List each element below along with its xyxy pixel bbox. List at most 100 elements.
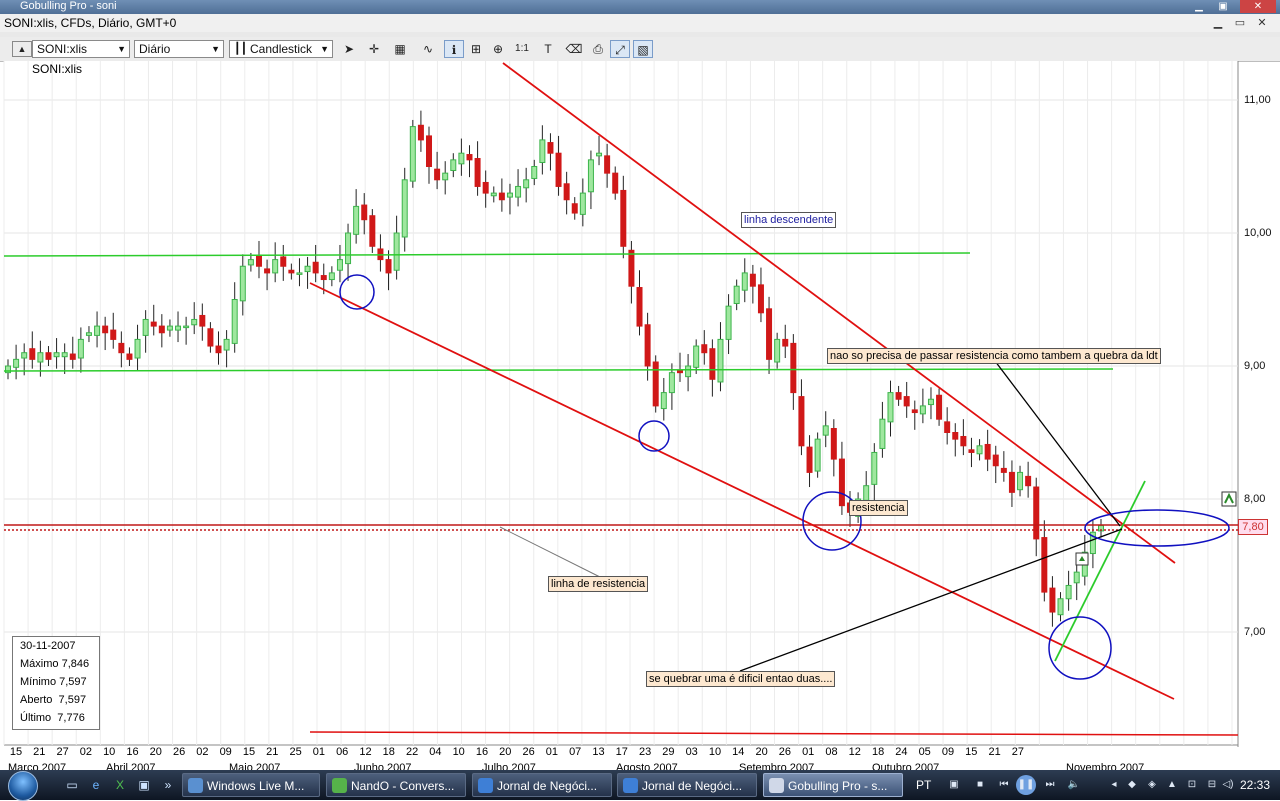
x-tick-label: 22	[405, 746, 419, 758]
minimize-icon[interactable]: ▁	[1188, 0, 1210, 13]
fibonacci-icon[interactable]: ▧	[633, 40, 653, 58]
x-tick-label: 21	[266, 746, 279, 758]
candle-up	[393, 232, 400, 271]
candle-down	[312, 261, 319, 274]
candle-down	[1049, 587, 1056, 613]
windows-logo-icon	[8, 771, 38, 801]
pointer-icon[interactable]: ➤	[339, 40, 359, 58]
symbol-select[interactable]: SONI:xlis ▼	[32, 40, 130, 58]
more-icon[interactable]: »	[160, 777, 176, 793]
eraser-icon[interactable]: ⌫	[564, 40, 584, 58]
info-icon[interactable]: ℹ	[444, 40, 464, 58]
note-quebrar[interactable]: se quebrar uma é dificil entao duas....	[646, 671, 836, 687]
candle-up	[175, 325, 182, 331]
candle-down	[466, 154, 473, 161]
speaker-icon[interactable]: ◁)	[1220, 777, 1236, 793]
network-icon[interactable]: ⊡	[1184, 777, 1200, 793]
y-tick-label: 7,00	[1244, 626, 1266, 638]
candle-up	[531, 166, 538, 179]
tray-shield-icon[interactable]: ◈	[1144, 777, 1160, 793]
candle-up	[733, 285, 740, 304]
text-tool-icon[interactable]: T	[538, 40, 558, 58]
pause-icon[interactable]: ❚❚	[1016, 775, 1036, 795]
candle-up	[741, 272, 748, 291]
x-tick-label: 12	[359, 746, 372, 758]
chart-window-title-text: SONI:xlis, CFDs, Diário, GMT+0	[4, 16, 177, 30]
candle-up	[660, 392, 667, 410]
internet-explorer-icon[interactable]: e	[88, 777, 104, 793]
close-icon[interactable]: ✕	[1240, 0, 1276, 13]
print-icon[interactable]: ⎙	[588, 40, 608, 58]
zoom-icon[interactable]: ⊕	[488, 40, 508, 58]
chart-minimize-icon[interactable]: ▁	[1208, 14, 1228, 32]
media-player-icon[interactable]: ▣	[946, 777, 962, 793]
tray-app-icon[interactable]: ◆	[1124, 777, 1140, 793]
note-resistencia-ldt[interactable]: nao so precisa de passar resistencia com…	[827, 348, 1161, 364]
candle-up	[142, 318, 149, 336]
candle-up	[353, 205, 360, 235]
price-chart[interactable]	[0, 61, 1280, 763]
zoom-area-icon[interactable]: ⊞	[466, 40, 486, 58]
candle-up	[304, 265, 311, 273]
network-2-icon[interactable]: ⊟	[1204, 777, 1220, 793]
candle-down	[749, 273, 756, 287]
x-tick-label: 10	[452, 746, 465, 758]
candle-up	[458, 152, 465, 165]
note-resistencia[interactable]: resistencia	[849, 500, 908, 516]
taskbar-item-jornal-2[interactable]: Jornal de Negóci...	[617, 773, 757, 797]
candle-down	[361, 204, 368, 221]
x-tick-label: 25	[289, 746, 302, 758]
volume-icon[interactable]: 🔈	[1066, 777, 1082, 793]
chart-close-icon[interactable]: ✕	[1252, 14, 1272, 32]
trendline-icon[interactable]: ⤢	[610, 40, 630, 58]
candle-up	[191, 318, 198, 326]
period-select[interactable]: Diário ▼	[134, 40, 224, 58]
chart-type-select[interactable]: ┃┃ Candlestick ▼	[229, 40, 333, 58]
x-tick-label: 02	[79, 746, 93, 758]
current-price-badge: 7,80	[1238, 519, 1268, 535]
show-desktop-icon[interactable]: ▭	[64, 777, 80, 793]
collapse-icon[interactable]: ▲	[12, 41, 32, 57]
candle-down	[1008, 471, 1015, 493]
window-title-bar: Gobulling Pro - soni ▁ ▣ ✕	[0, 0, 1280, 14]
taskbar-item-windows-live[interactable]: Windows Live M...	[182, 773, 320, 797]
candle-up	[183, 325, 190, 329]
windows-live-icon	[188, 778, 203, 793]
note-linha-resistencia[interactable]: linha de resistencia	[548, 576, 649, 592]
candle-down	[636, 287, 643, 327]
grid-icon[interactable]: ▦	[390, 40, 410, 58]
x-tick-label: 05	[918, 746, 931, 758]
crosshair-icon[interactable]: ✛	[364, 40, 384, 58]
taskbar-item-jornal-1[interactable]: Jornal de Negóci...	[472, 773, 612, 797]
tray-expand-icon[interactable]: ◂	[1106, 777, 1122, 793]
candle-up	[587, 159, 594, 193]
taskbar-item-gobulling[interactable]: Gobulling Pro - s...	[763, 773, 903, 797]
candle-down	[952, 432, 959, 440]
tray-chart-icon[interactable]: ▲	[1164, 777, 1180, 793]
candle-down	[652, 361, 659, 407]
language-indicator[interactable]: PT	[916, 770, 931, 800]
candle-up	[579, 192, 586, 215]
chart-type-select-value: Candlestick	[250, 42, 313, 56]
clock[interactable]: 22:33	[1240, 770, 1270, 800]
taskbar-item-nando[interactable]: NandO - Convers...	[326, 773, 466, 797]
indicator-icon[interactable]: ∿	[418, 40, 438, 58]
previous-icon[interactable]: ⏮	[996, 777, 1012, 793]
switch-windows-icon[interactable]: ▣	[136, 777, 152, 793]
info-low: Mínimo 7,597	[20, 676, 87, 688]
messenger-icon	[332, 778, 347, 793]
candle-down	[417, 124, 424, 141]
next-icon[interactable]: ⏭	[1042, 777, 1058, 793]
start-button[interactable]	[0, 770, 52, 801]
candle-up	[668, 372, 675, 394]
candle-down	[903, 396, 910, 407]
chart-symbol-label: SONI:xlis	[32, 62, 83, 76]
zoom-reset-icon[interactable]: 1:1	[512, 40, 532, 58]
maximize-icon[interactable]: ▣	[1212, 0, 1234, 13]
internet-explorer-icon	[623, 778, 638, 793]
note-linha-descendente[interactable]: linha descendente	[741, 212, 837, 228]
chart-restore-icon[interactable]: ▭	[1230, 14, 1250, 32]
excel-icon[interactable]: X	[112, 777, 128, 793]
x-tick-label: 21	[988, 746, 1001, 758]
stop-icon[interactable]: ■	[972, 777, 988, 793]
